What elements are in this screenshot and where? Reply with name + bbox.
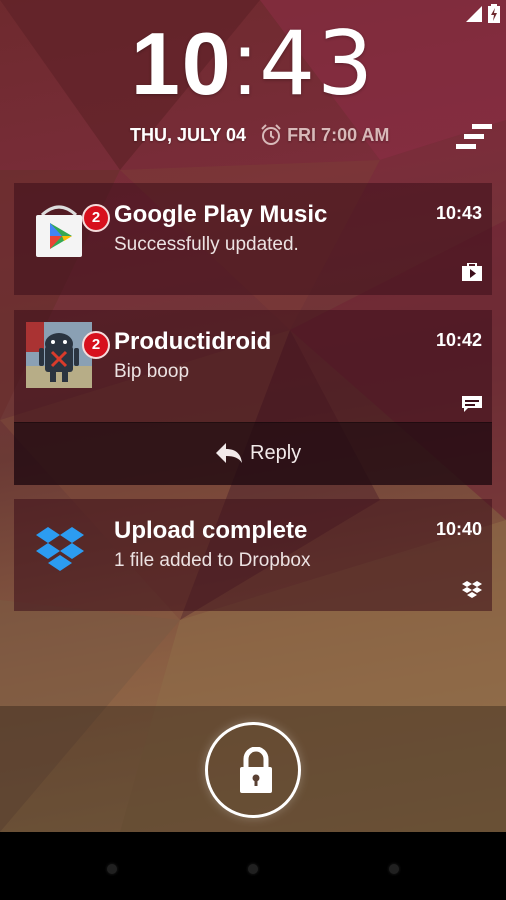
notification-google-play-music[interactable]: 2 Google Play Music Successfully updated…	[14, 183, 492, 295]
date-label: THU, JULY 04	[130, 124, 247, 145]
notification-title: Productidroid	[114, 328, 272, 355]
clock-minutes: 43	[259, 12, 376, 115]
nav-recents-button[interactable]	[389, 864, 399, 874]
unlock-button[interactable]	[205, 722, 301, 818]
notification-title: Google Play Music	[114, 201, 328, 228]
notification-dropbox[interactable]: Upload complete 1 file added to Dropbox …	[14, 499, 492, 611]
notification-text: Successfully updated.	[114, 234, 299, 255]
nav-back-button[interactable]	[107, 864, 117, 874]
reply-button[interactable]: Reply	[214, 441, 301, 465]
alarm-clock-icon	[261, 124, 281, 145]
app-icon-container: 2	[26, 322, 110, 388]
notification-count-badge: 2	[82, 204, 110, 232]
clock-separator: :	[232, 14, 260, 113]
notification-count-badge: 2	[82, 331, 110, 359]
notification-productidroid[interactable]: 2 Productidroid Bip boop 10:42 Reply	[14, 310, 492, 485]
message-icon	[462, 396, 482, 412]
notification-title: Upload complete	[114, 517, 308, 544]
notification-text: 1 file added to Dropbox	[114, 550, 311, 571]
dropbox-small-icon	[462, 581, 482, 598]
alarm-time: FRI 7:00 AM	[287, 124, 390, 145]
clock-hours: 10	[130, 14, 233, 113]
notification-time: 10:40	[435, 519, 482, 539]
navigation-bar	[0, 832, 506, 900]
android-avatar-icon	[26, 322, 92, 388]
play-music-icon	[462, 263, 482, 281]
expand-menu-icon[interactable]	[456, 124, 492, 150]
app-icon-container: 2	[26, 195, 110, 261]
nav-home-button[interactable]	[248, 864, 258, 874]
dropbox-icon	[36, 527, 84, 571]
reply-arrow-icon	[216, 443, 242, 463]
play-store-icon	[36, 205, 82, 257]
app-icon-container	[26, 511, 92, 577]
notification-time: 10:42	[435, 330, 482, 350]
notification-text: Bip boop	[114, 361, 190, 382]
reply-button-label: Reply	[250, 441, 302, 464]
lock-icon	[240, 747, 272, 793]
date-row: THU, JULY 04 FRI 7:00 AM	[130, 122, 389, 148]
notification-time: 10:43	[435, 203, 482, 223]
lockscreen-clock: 10:43	[0, 18, 506, 110]
reply-action-row: Reply	[14, 422, 492, 485]
next-alarm: FRI 7:00 AM	[260, 124, 389, 146]
